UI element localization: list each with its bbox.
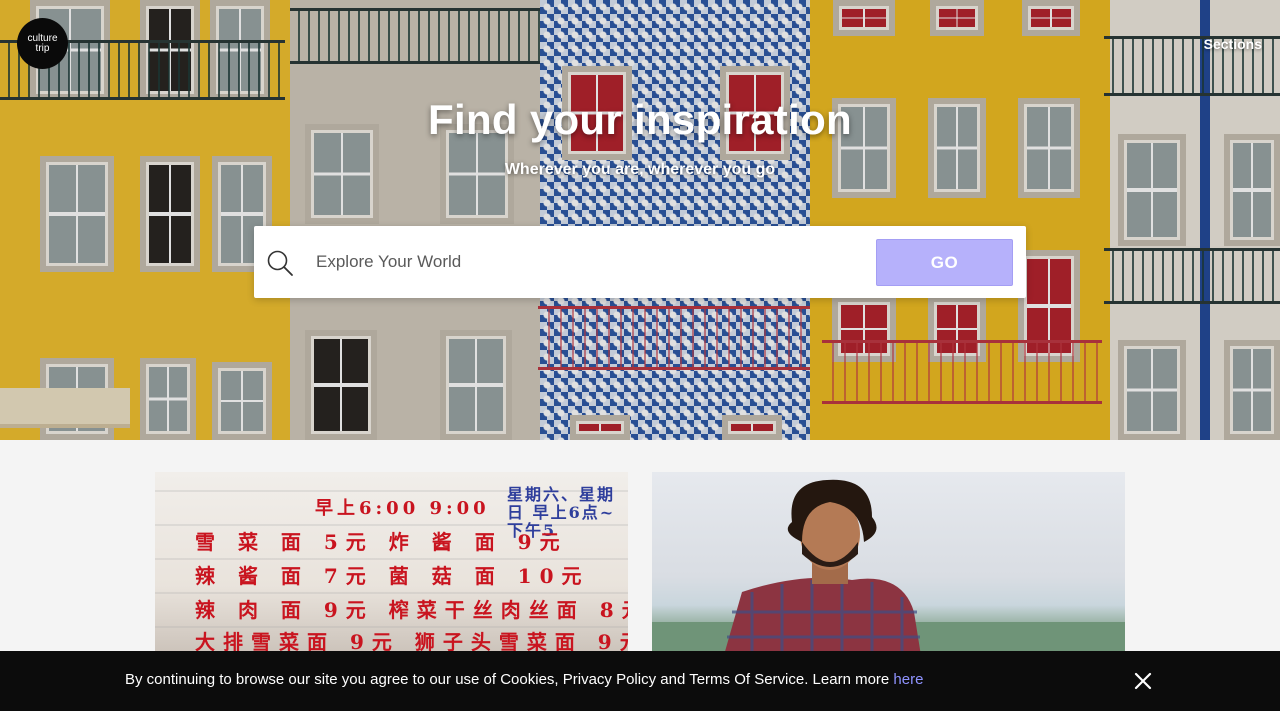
cookie-consent-bar: By continuing to browse our site you agr… bbox=[0, 651, 1280, 711]
menu-line: 辣 酱 面 7元 菌 菇 面 10元 bbox=[195, 564, 590, 588]
culture-trip-logo[interactable]: culture trip bbox=[17, 18, 68, 69]
hero-title: Find your inspiration bbox=[428, 96, 852, 143]
search-input[interactable] bbox=[316, 244, 856, 280]
close-icon[interactable] bbox=[1134, 672, 1152, 690]
article-card-image[interactable] bbox=[652, 472, 1125, 662]
sections-menu-button[interactable]: Sections bbox=[1204, 36, 1262, 52]
hero-overlay bbox=[0, 0, 1280, 440]
search-icon bbox=[267, 250, 293, 276]
cookie-message: By continuing to browse our site you agr… bbox=[125, 671, 894, 688]
article-card-image[interactable]: 早上6:00 9:00 星期六、星期日 早上6点~下午5 雪 菜 面 5元 炸 … bbox=[155, 472, 628, 662]
cookie-learn-more-link[interactable]: here bbox=[893, 671, 923, 688]
logo-text: culture trip bbox=[27, 32, 58, 54]
menu-line: 早上6:00 9:00 bbox=[315, 498, 490, 519]
portrait-person-image bbox=[652, 479, 1125, 662]
hero-banner bbox=[0, 0, 1280, 440]
go-button[interactable]: GO bbox=[876, 239, 1013, 286]
menu-line: 雪 菜 面 5元 炸 酱 面 9元 bbox=[195, 530, 568, 554]
menu-line: 辣 肉 面 9元 榨菜干丝肉丝面 8元 bbox=[195, 598, 628, 622]
hero-subtitle: Wherever you are, wherever you go bbox=[504, 161, 776, 178]
cookie-text: By continuing to browse our site you agr… bbox=[125, 671, 923, 688]
